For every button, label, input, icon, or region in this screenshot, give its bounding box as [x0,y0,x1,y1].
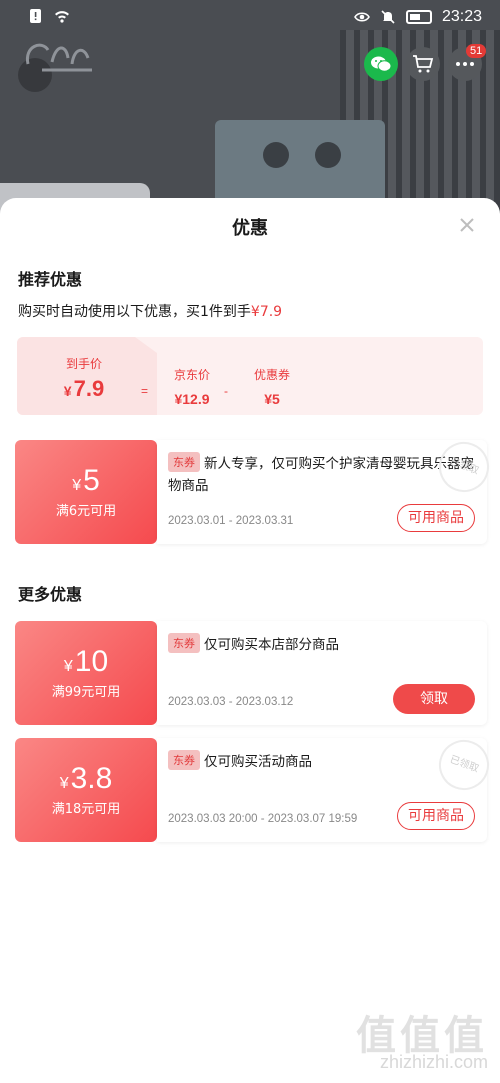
coupon-amount: 3.8 [70,762,113,795]
coupon-tag: 东券 [168,452,200,472]
more-dots-icon [456,62,474,66]
eye-icon [354,12,370,22]
final-price-block: 到手价 ¥7.9 [63,357,105,401]
coupon-discount-block: 优惠券 ¥5 [245,366,299,407]
cart-count-badge: 51 [466,44,487,58]
status-bar: 23:23 [0,0,500,34]
view-eligible-products-button[interactable]: 可用商品 [397,504,475,532]
coupon-amount-card: ¥5 满6元可用 [15,440,157,544]
coupon-discount: ¥5 [264,391,280,407]
close-icon [460,218,474,232]
coupon-amount: 5 [83,464,100,497]
more-offers-title: 更多优惠 [18,585,83,604]
coupon-card: ¥5 满6元可用 东券 新人专享，仅可购买个护家清母婴玩具乐器宠物商品 2023.… [15,434,497,544]
alert-icon [30,9,41,23]
recommended-title: 推荐优惠 [18,270,83,289]
coupon-card: ¥10 满99元可用 东券 仅可购买本店部分商品 2023.03.03 - 202… [15,621,487,725]
coupon-amount-card: ¥3.8 满18元可用 [15,738,157,842]
coupon-validity: 2023.03.03 20:00 - 2023.03.07 19:59 [168,813,358,825]
equals-sign: = [141,384,149,398]
view-eligible-products-button[interactable]: 可用商品 [397,802,475,830]
status-time: 23:23 [441,8,482,25]
claimed-stamp: 已领取 [431,732,497,798]
mute-icon [381,10,395,24]
coupon-info: 东券 新人专享，仅可购买个护家清母婴玩具乐器宠物商品 2023.03.01 - 2… [157,434,497,544]
coupon-condition: 满99元可用 [51,685,121,700]
watermark-site: zhizhizhi.com [379,1052,488,1072]
price-breakdown: 到手价 ¥7.9 = 京东价 ¥12.9 - 优惠券 ¥5 [17,337,483,415]
cart-icon [413,55,434,73]
coupon-amount: 10 [74,645,109,678]
cart-button[interactable] [406,47,440,81]
jd-price: ¥12.9 [174,391,210,407]
wechat-icon [371,56,392,72]
recommended-price: ¥7.9 [250,304,283,320]
wifi-icon [55,11,69,23]
coupon-tag: 东券 [168,750,200,770]
coupon-validity: 2023.03.03 - 2023.03.12 [168,696,294,708]
sheet-title: 优惠 [232,218,268,239]
coupon-info: 东券 仅可购买活动商品 2023.03.03 20:00 - 2023.03.07… [157,732,497,842]
coupon-description: 新人专享，仅可购买个护家清母婴玩具乐器宠物商品 [168,456,474,494]
battery-icon [405,10,432,24]
coupon-validity: 2023.03.01 - 2023.03.31 [168,515,294,527]
claim-coupon-button[interactable]: 领取 [393,684,475,714]
brand-logo [22,36,102,83]
final-price: 7.9 [73,376,105,401]
coupon-description: 仅可购买本店部分商品 [204,637,339,653]
coupon-description: 仅可购买活动商品 [204,754,312,770]
close-button[interactable] [456,214,478,236]
share-wechat-button[interactable] [364,47,398,81]
coupon-condition: 满6元可用 [55,504,117,519]
coupon-tag: 东券 [168,633,200,653]
coupon-info: 东券 仅可购买本店部分商品 2023.03.03 - 2023.03.12 领取 [157,621,487,725]
coupon-sheet: 优惠 推荐优惠 购买时自动使用以下优惠，买1件到手¥7.9 到手价 ¥7.9 =… [0,198,500,1083]
minus-sign: - [224,384,228,398]
coupon-condition: 满18元可用 [51,802,121,817]
coupon-amount-card: ¥10 满99元可用 [15,621,157,725]
coupon-card: ¥3.8 满18元可用 东券 仅可购买活动商品 2023.03.03 20:00 … [15,732,497,842]
jd-price-block: 京东价 ¥12.9 [165,366,219,407]
recommended-desc: 购买时自动使用以下优惠，买1件到手¥7.9 [18,304,283,320]
